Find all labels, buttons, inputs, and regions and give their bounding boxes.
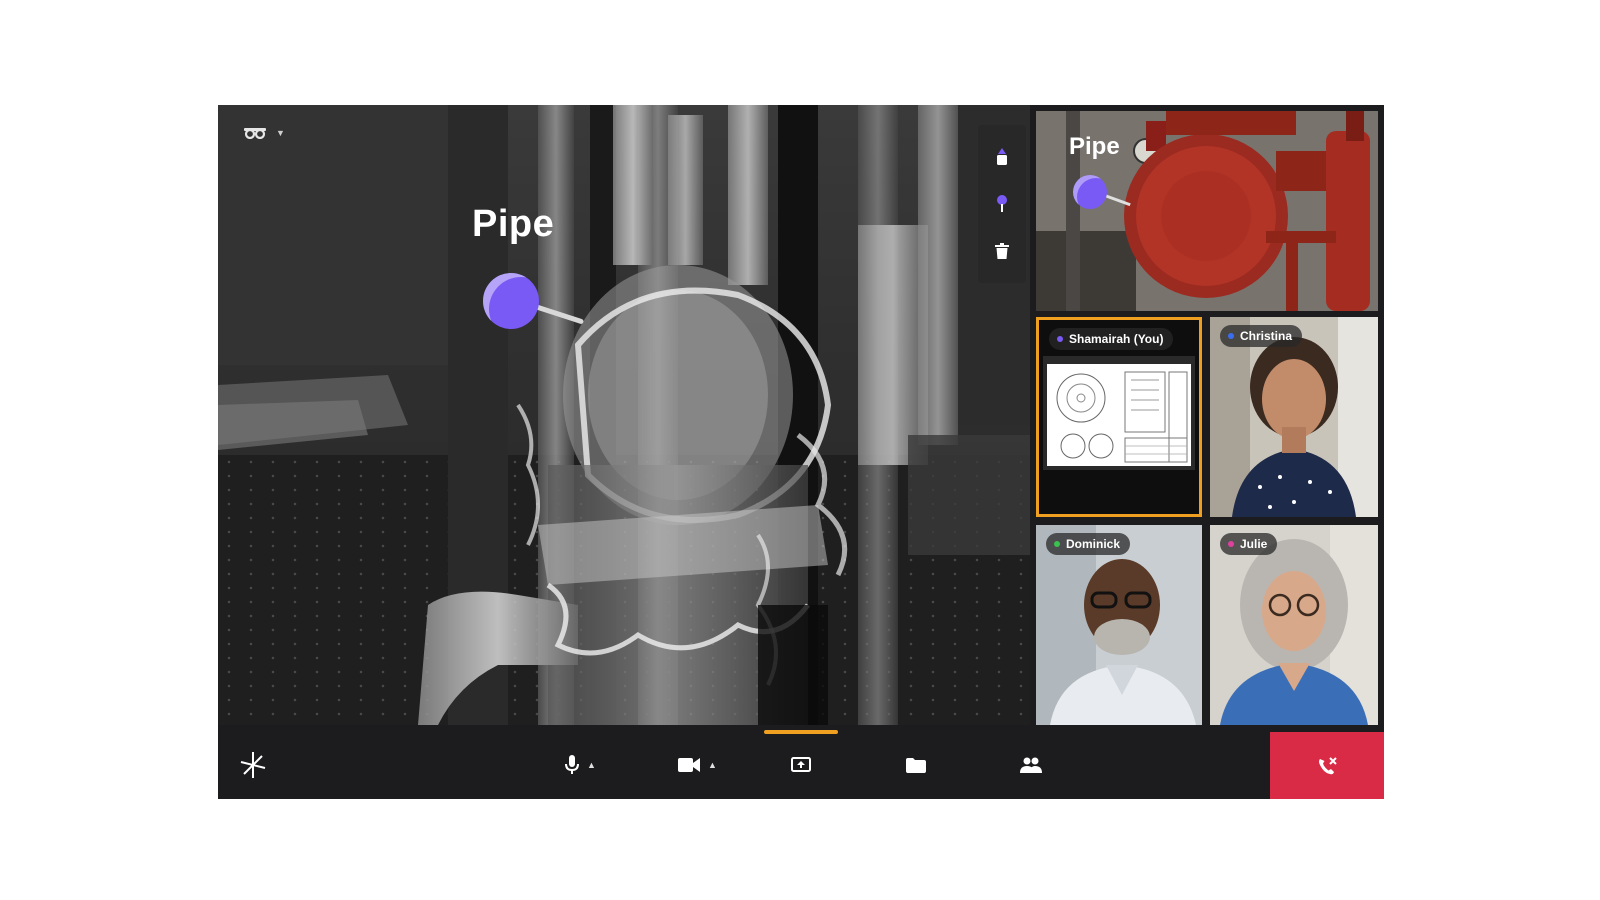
call-control-bar: ▲ ▲ bbox=[218, 730, 1384, 799]
participant-name: Dominick bbox=[1066, 537, 1121, 551]
caret-down-icon: ▼ bbox=[276, 128, 285, 138]
participant-name-tag: Julie bbox=[1220, 533, 1278, 555]
participant-name: Shamairah (You) bbox=[1069, 332, 1164, 346]
participant-video bbox=[1210, 525, 1378, 725]
participant-video bbox=[1210, 317, 1378, 517]
annotation-toolbar bbox=[978, 125, 1026, 283]
video-camera-icon bbox=[678, 758, 700, 772]
status-dot-icon bbox=[1228, 333, 1234, 339]
people-icon bbox=[1020, 757, 1042, 773]
participant-name: Christina bbox=[1240, 329, 1293, 343]
status-dot-icon bbox=[1228, 541, 1234, 547]
folder-icon bbox=[906, 757, 926, 773]
view-mode-selector[interactable]: ▼ bbox=[244, 127, 285, 139]
microphone-icon bbox=[565, 755, 579, 774]
microphone-button[interactable]: ▲ bbox=[565, 750, 596, 780]
pin-tool[interactable] bbox=[986, 188, 1018, 220]
screen-share-button[interactable] bbox=[791, 750, 811, 780]
scan-viewport[interactable]: ▼ Pipe bbox=[218, 105, 1030, 725]
pointer-tool-icon bbox=[997, 147, 1007, 165]
camera-options-caret-icon[interactable]: ▲ bbox=[708, 760, 717, 770]
participant-tile-christina[interactable]: Christina bbox=[1210, 317, 1378, 517]
participant-tile-dominick[interactable]: Dominick bbox=[1036, 525, 1202, 725]
headset-icon bbox=[244, 128, 266, 139]
delete-tool[interactable] bbox=[986, 235, 1018, 267]
mic-options-caret-icon[interactable]: ▲ bbox=[587, 760, 596, 770]
annotation-label: Pipe bbox=[472, 203, 555, 245]
call-window: ▼ Pipe Pipe Shamairah (You) Christina Do… bbox=[218, 105, 1384, 799]
participant-name-tag: Christina bbox=[1220, 325, 1303, 347]
participant-panel: Pipe Shamairah (You) Christina Dominick … bbox=[1036, 111, 1380, 725]
feed-annotation-label: Pipe bbox=[1069, 133, 1120, 160]
end-call-icon bbox=[1319, 756, 1337, 774]
status-dot-icon bbox=[1057, 336, 1063, 342]
screen-share-icon bbox=[791, 757, 811, 772]
active-tab-indicator bbox=[764, 730, 838, 734]
status-dot-icon bbox=[1054, 541, 1060, 547]
participants-button[interactable] bbox=[1020, 750, 1042, 780]
participant-tile-julie[interactable]: Julie bbox=[1210, 525, 1378, 725]
feed-annotation-pin-icon[interactable] bbox=[1073, 175, 1107, 209]
participant-name-tag: Shamairah (You) bbox=[1049, 328, 1174, 350]
participant-tile-you[interactable]: Shamairah (You) bbox=[1036, 317, 1202, 517]
files-button[interactable] bbox=[906, 750, 926, 780]
participant-name: Julie bbox=[1240, 537, 1268, 551]
asterisk-logo-icon bbox=[240, 752, 266, 778]
pin-icon bbox=[997, 194, 1007, 212]
app-logo-button[interactable] bbox=[238, 750, 268, 780]
camera-button[interactable]: ▲ bbox=[678, 750, 717, 780]
annotation-pin-icon[interactable] bbox=[483, 273, 539, 329]
trash-icon bbox=[995, 243, 1009, 260]
shared-camera-feed[interactable]: Pipe bbox=[1036, 111, 1378, 311]
end-call-button[interactable] bbox=[1270, 732, 1384, 799]
participant-video bbox=[1036, 525, 1202, 725]
pointer-tool[interactable] bbox=[986, 141, 1018, 173]
participant-name-tag: Dominick bbox=[1046, 533, 1131, 555]
pipe-scan-mesh bbox=[218, 105, 1030, 725]
